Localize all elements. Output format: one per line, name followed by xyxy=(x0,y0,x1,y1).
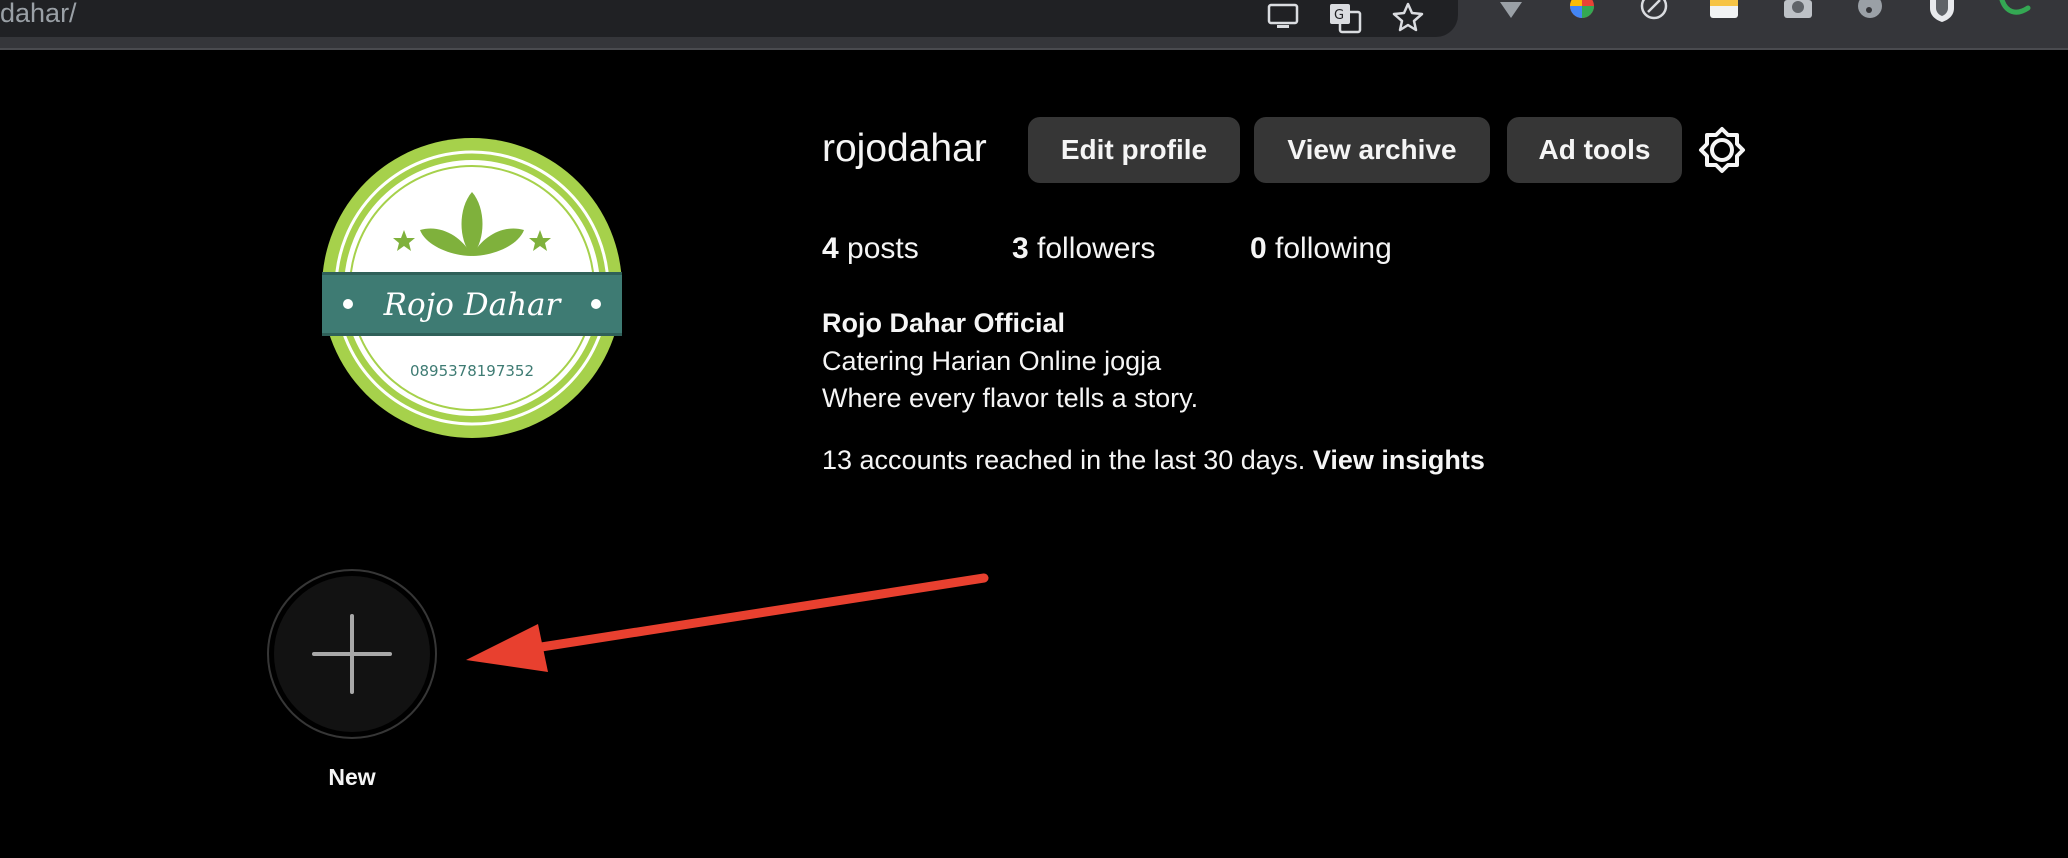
bookmark-star-icon[interactable] xyxy=(1392,2,1424,32)
extension-camera-icon[interactable] xyxy=(1782,0,1814,20)
profile-avatar[interactable]: Rojo Dahar 0895378197352 xyxy=(322,138,622,438)
extension-leaf-icon[interactable] xyxy=(1998,0,2032,20)
posts-count-label: posts xyxy=(847,232,919,265)
svg-text:G: G xyxy=(1334,8,1344,23)
edit-profile-button[interactable]: Edit profile xyxy=(1028,117,1240,183)
extension-music-icon[interactable] xyxy=(1854,0,1886,20)
insights-text: 13 accounts reached in the last 30 days. xyxy=(822,445,1306,475)
toolbar-divider xyxy=(0,48,2068,50)
address-bar[interactable]: dahar/ G xyxy=(0,0,1458,37)
followers-count[interactable]: 3 followers xyxy=(1012,232,1155,266)
avatar-brand-text: Rojo Dahar xyxy=(383,287,563,323)
translate-icon[interactable]: G xyxy=(1328,2,1362,34)
followers-count-value: 3 xyxy=(1012,232,1029,265)
avatar-phone-text: 0895378197352 xyxy=(410,362,534,380)
new-highlight-button[interactable] xyxy=(266,568,438,740)
view-insights-link[interactable]: View insights xyxy=(1313,445,1485,475)
posts-count: 4 posts xyxy=(822,232,919,266)
ad-tools-button[interactable]: Ad tools xyxy=(1507,117,1682,183)
bio-display-name: Rojo Dahar Official xyxy=(822,308,1066,338)
new-highlight-label: New xyxy=(328,764,376,790)
settings-gear-icon[interactable] xyxy=(1698,126,1746,174)
cast-icon[interactable] xyxy=(1266,2,1300,32)
extension-notes-icon[interactable] xyxy=(1708,0,1740,20)
bio-line-1: Catering Harian Online jogja xyxy=(822,346,1162,376)
view-archive-button[interactable]: View archive xyxy=(1254,117,1490,183)
extension-color-icon[interactable] xyxy=(1566,0,1598,20)
browser-toolbar: dahar/ G xyxy=(0,0,2068,50)
following-count-label: following xyxy=(1275,232,1392,265)
followers-count-label: followers xyxy=(1037,232,1156,265)
extension-vpn-icon[interactable] xyxy=(1498,0,1524,20)
following-count[interactable]: 0 following xyxy=(1250,232,1392,266)
insights-summary: 13 accounts reached in the last 30 days.… xyxy=(822,445,1485,476)
address-bar-url[interactable]: dahar/ xyxy=(0,0,77,29)
profile-username: rojodahar xyxy=(822,127,987,170)
following-count-value: 0 xyxy=(1250,232,1267,265)
extension-compass-icon[interactable] xyxy=(1638,0,1670,20)
annotation-arrow-icon xyxy=(466,573,989,672)
extension-shield-icon[interactable] xyxy=(1926,0,1958,24)
posts-count-value: 4 xyxy=(822,232,839,265)
bio-line-2: Where every flavor tells a story. xyxy=(822,383,1199,413)
